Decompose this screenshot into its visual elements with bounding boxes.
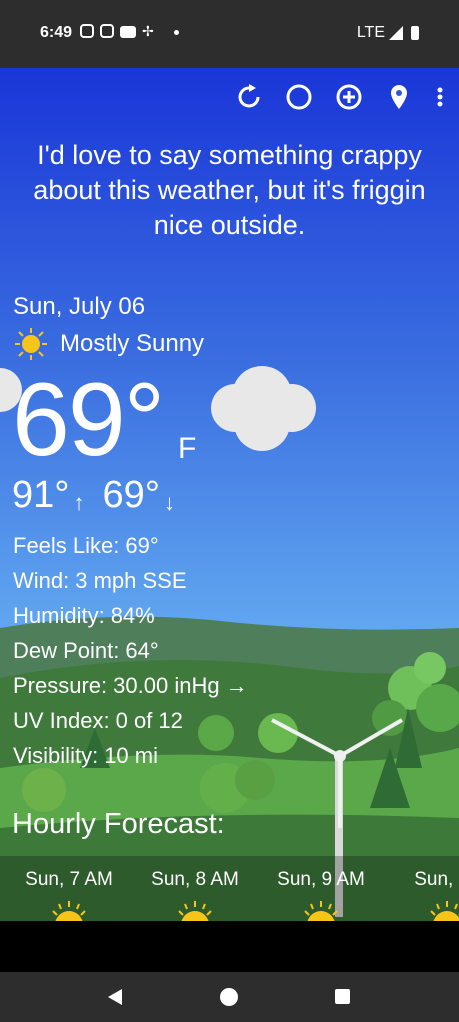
instagram-icon [80, 24, 94, 38]
theme-icon [286, 84, 312, 110]
notification-icons: ✢ [80, 24, 179, 38]
add-location-icon [336, 84, 362, 110]
instagram-icon [100, 24, 114, 38]
signal-icon [389, 26, 403, 40]
weather-details: Feels Like: 69° Wind: 3 mph SSE Humidity: 8… [13, 528, 248, 773]
more-options-icon [437, 87, 443, 107]
sun-icon [304, 901, 338, 921]
hourly-item[interactable]: Sun, 8 AM [143, 856, 247, 921]
hourly-forecast-title: Hourly Forecast: [12, 808, 225, 840]
back-icon[interactable] [108, 989, 122, 1005]
more-options-button[interactable] [435, 83, 445, 111]
detail-uv-index: UV Index: 0 of 12 [13, 708, 183, 733]
condition-row: Mostly Sunny [14, 327, 204, 361]
more-notifications-dot [174, 30, 179, 35]
low-temp: 69° [102, 474, 160, 516]
battery-icon [411, 26, 419, 40]
status-bar: 6:49 ✢ LTE [0, 0, 459, 68]
detail-feels-like: Feels Like: 69° [13, 533, 159, 558]
pinwheel-icon: ✢ [142, 23, 154, 39]
detail-visibility: Visibility: 10 mi [13, 743, 158, 768]
recent-apps-icon[interactable] [335, 989, 350, 1004]
condition-label: Mostly Sunny [60, 330, 205, 357]
weather-scene: I'd love to say something crappy about t… [0, 68, 459, 921]
hourly-item[interactable]: Sun, 9 AM [269, 856, 373, 921]
sun-icon [178, 901, 212, 921]
youtube-icon [120, 26, 136, 38]
add-location-button[interactable] [335, 83, 363, 111]
hourly-forecast-list[interactable]: Sun, 7 AM Sun, 8 AM Sun, 9 AM Sun, 10 [0, 856, 459, 921]
arrow-down-icon: ↓ [163, 490, 175, 515]
network-type: LTE [356, 24, 385, 41]
sun-icon [430, 901, 459, 921]
location-pin-icon [391, 85, 407, 109]
high-temp: 91° [12, 474, 70, 516]
detail-humidity: Humidity: 84% [13, 603, 155, 628]
hourly-item[interactable]: Sun, 7 AM [17, 856, 121, 921]
top-toolbar [235, 83, 445, 111]
weather-quote: I'd love to say something crappy about t… [33, 140, 426, 240]
high-low: 91° ↑ 69° ↓ [12, 474, 175, 517]
home-icon[interactable] [220, 988, 238, 1006]
hourly-item[interactable]: Sun, 10 [395, 856, 459, 921]
sun-icon [15, 328, 47, 360]
system-indicators: LTE [357, 24, 419, 42]
detail-dew-point: Dew Point: 64° [13, 638, 159, 663]
sun-icon [52, 901, 86, 921]
detail-pressure: Pressure: 30.00 inHg → [13, 673, 248, 698]
forecast-date: Sun, July 06 [13, 293, 146, 320]
refresh-icon [238, 84, 260, 108]
temperature-unit[interactable]: F [178, 432, 196, 466]
refresh-button[interactable] [235, 83, 263, 111]
arrow-up-icon: ↑ [73, 490, 85, 515]
system-nav-bar [0, 972, 459, 1022]
current-temperature: 69° [12, 362, 165, 478]
detail-wind: Wind: 3 mph SSE [13, 568, 187, 593]
status-time: 6:49 [40, 24, 73, 41]
theme-button[interactable] [285, 83, 313, 111]
location-button[interactable] [385, 83, 413, 111]
